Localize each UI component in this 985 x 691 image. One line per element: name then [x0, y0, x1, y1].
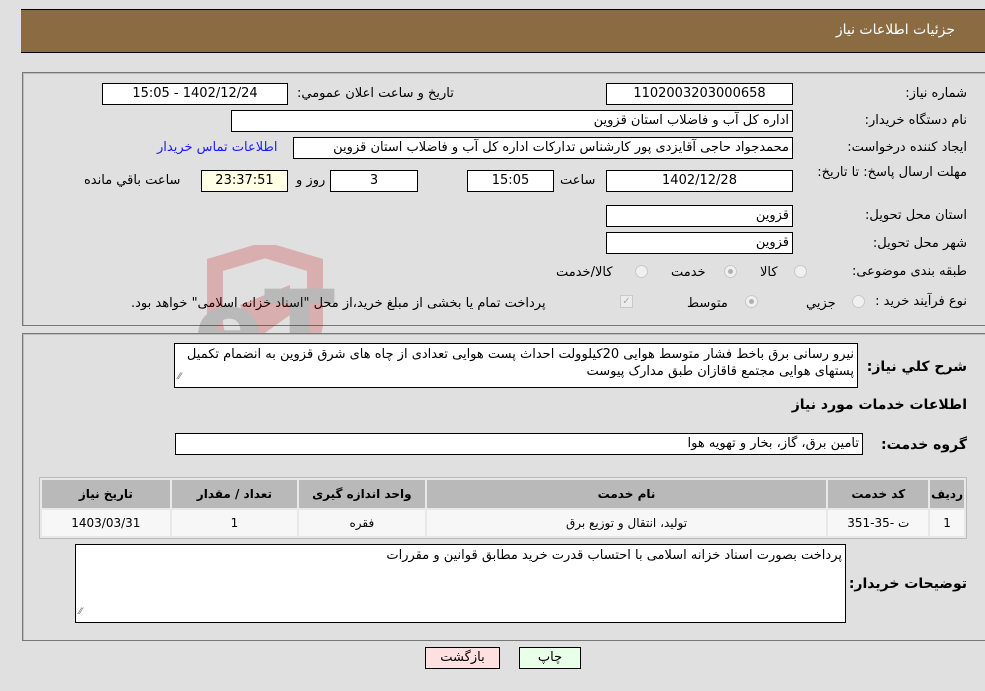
- category-radio-goods[interactable]: [794, 265, 807, 278]
- category-label: طبقه بندی موضوعی:: [851, 264, 967, 279]
- category-radio-goods-service[interactable]: [635, 265, 648, 278]
- buyer-notes-textarea[interactable]: پرداخت بصورت اسناد خزانه اسلامی با احتسا…: [75, 544, 846, 623]
- page-header: جزئیات اطلاعات نیاز: [21, 9, 985, 53]
- col-service-name: نام خدمت: [426, 480, 827, 508]
- services-heading: اطلاعات خدمات مورد نياز: [791, 397, 967, 413]
- province-label: استان محل تحویل:: [865, 208, 967, 223]
- table-row: 1 ت -35-351 تولید، انتقال و توزیع برق فق…: [42, 510, 964, 536]
- deadline-time-field: 15:05: [467, 170, 554, 192]
- description-text: نیرو رسانی برق باخط فشار متوسط هوایی 20ک…: [186, 347, 854, 379]
- cell-service-name: تولید، انتقال و توزیع برق: [426, 510, 827, 536]
- cell-service-code: ت -35-351: [828, 510, 929, 536]
- province-field: قزوین: [606, 205, 793, 227]
- remaining-time-field: 23:37:51: [201, 170, 288, 192]
- cell-quantity: 1: [171, 510, 298, 536]
- resize-grip-icon[interactable]: ⁄⁄: [79, 604, 82, 621]
- col-need-date: تاریخ نیاز: [42, 480, 170, 508]
- buyer-org-label: نام دستگاه خریدار:: [864, 113, 967, 128]
- process-option-minor: جزيي: [806, 296, 836, 311]
- days-remaining-field: 3: [330, 170, 418, 192]
- page-title: جزئیات اطلاعات نیاز: [835, 22, 955, 38]
- creator-field: محمدجواد حاجی آقایزدی پور کارشناس تدارکا…: [293, 137, 793, 159]
- category-option-goods: کالا: [760, 265, 778, 280]
- deadline-label: مهلت ارسال پاسخ: تا تاریخ:: [817, 165, 967, 180]
- announce-datetime-field: 1402/12/24 - 15:05: [102, 83, 288, 105]
- buyer-notes-text: پرداخت بصورت اسناد خزانه اسلامی با احتسا…: [386, 548, 842, 563]
- remaining-time-label: ساعت باقي مانده: [84, 173, 181, 188]
- cell-need-date: 1403/03/31: [42, 510, 170, 536]
- creator-label: ایجاد کننده درخواست:: [847, 140, 967, 155]
- services-table-header: رديف کد خدمت نام خدمت واحد اندازه گیری ت…: [42, 480, 964, 508]
- deadline-date-field: 1402/12/28: [606, 170, 793, 192]
- city-label: شهر محل تحویل:: [872, 236, 967, 251]
- col-row-number: رديف: [930, 480, 964, 508]
- process-type-label: نوع فرآیند خرید :: [875, 294, 967, 309]
- service-group-field: تامین برق، گاز، بخار و تهویه هوا: [175, 433, 863, 455]
- cell-unit: فقره: [299, 510, 425, 536]
- treasury-note: پرداخت تمام یا بخشی از مبلغ خرید،از محل …: [131, 296, 546, 311]
- back-button[interactable]: بازگشت: [425, 647, 500, 669]
- process-radio-medium[interactable]: [745, 295, 758, 308]
- buyer-notes-label: توضیحات خریدار:: [848, 576, 967, 592]
- category-option-service: خدمت: [671, 265, 706, 280]
- col-service-code: کد خدمت: [828, 480, 929, 508]
- col-unit: واحد اندازه گیری: [299, 480, 425, 508]
- days-label: روز و: [296, 173, 326, 188]
- resize-grip-icon[interactable]: ⁄⁄: [178, 369, 181, 386]
- need-number-field: 1102003203000658: [606, 83, 793, 105]
- process-radio-minor[interactable]: [852, 295, 865, 308]
- city-field: قزوین: [606, 232, 793, 254]
- buyer-contact-link[interactable]: اطلاعات تماس خریدار: [157, 140, 277, 155]
- service-group-label: گروه خدمت:: [881, 437, 967, 453]
- announce-datetime-label: تاريخ و ساعت اعلان عمومي:: [297, 86, 454, 101]
- col-quantity: تعداد / مقدار: [171, 480, 298, 508]
- cell-row-number: 1: [930, 510, 964, 536]
- process-option-medium: متوسط: [687, 296, 728, 311]
- description-label: شرح کلي نياز:: [866, 359, 967, 375]
- print-button[interactable]: چاپ: [519, 647, 581, 669]
- buyer-org-field: اداره کل آب و فاضلاب استان قزوین: [231, 110, 793, 132]
- treasury-checkbox[interactable]: ✓: [620, 295, 633, 308]
- need-number-label: شماره نیاز:: [905, 86, 967, 101]
- services-table: رديف کد خدمت نام خدمت واحد اندازه گیری ت…: [39, 477, 967, 539]
- description-textarea[interactable]: نیرو رسانی برق باخط فشار متوسط هوایی 20ک…: [174, 343, 858, 388]
- deadline-time-label: ساعت: [560, 173, 596, 188]
- category-option-goods-service: کالا/خدمت: [556, 265, 613, 280]
- category-radio-service[interactable]: [724, 265, 737, 278]
